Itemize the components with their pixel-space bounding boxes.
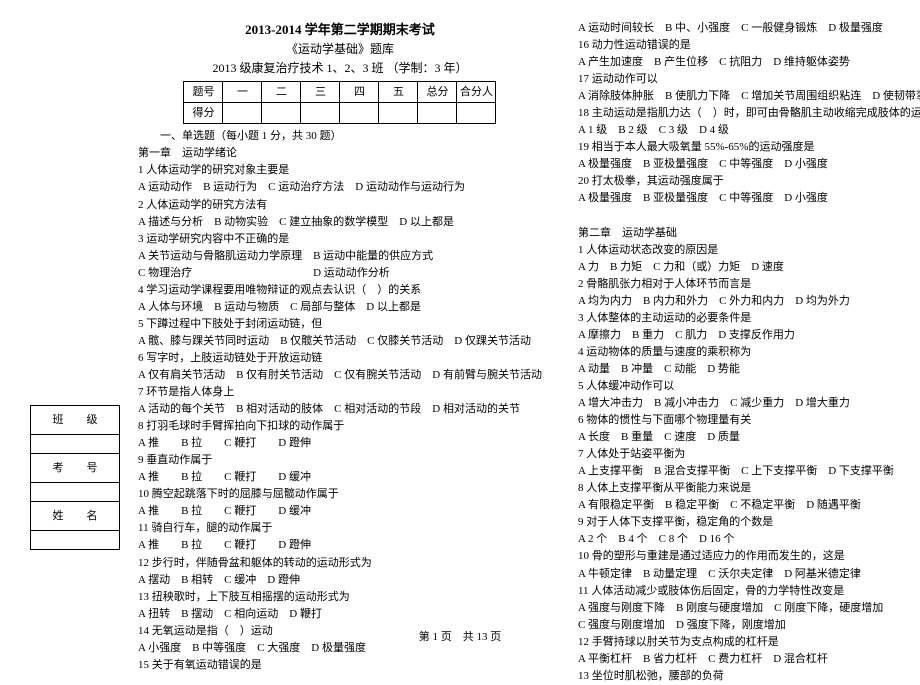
- exam-title-line2: 《运动学基础》题库: [138, 40, 542, 59]
- right-line: 3 人体整体的主动运动的必要条件是: [578, 310, 920, 327]
- right-line: A 平衡杠杆 B 省力杠杆 C 费力杠杆 D 混合杠杆: [578, 651, 920, 668]
- right-line: A 摩擦力 B 重力 C 肌力 D 支撑反作用力: [578, 327, 920, 344]
- right-line: 6 物体的惯性与下面哪个物理量有关: [578, 412, 920, 429]
- left-line: 2 人体运动学的研究方法有: [138, 197, 542, 214]
- right-line: A 上支撑平衡 B 混合支撑平衡 C 上下支撑平衡 D 下支撑平衡: [578, 463, 920, 480]
- right-line: 16 动力性运动错误的是: [578, 37, 920, 54]
- gutter-examno-label: 考 号: [31, 454, 119, 483]
- score-row2-label: 得分: [184, 103, 223, 124]
- gutter-name-label: 姓 名: [31, 502, 119, 531]
- right-line: 10 骨的塑形与重建是通过适应力的作用而发生的，这是: [578, 548, 920, 565]
- left-line: A 活动的每个关节 B 相对活动的肢体 C 相对活动的节段 D 相对活动的关节: [138, 401, 542, 418]
- right-line: A 运动时间较长 B 中、小强度 C 一般健身锻炼 D 极量强度: [578, 20, 920, 37]
- gutter-examno-blank: [31, 483, 119, 502]
- right-line: 5 人体缓冲动作可以: [578, 378, 920, 395]
- right-line: 4 运动物体的质量与速度的乘积称为: [578, 344, 920, 361]
- left-line: A 推 B 拉 C 鞭打 D 蹬伸: [138, 537, 542, 554]
- right-line: A 牛顿定律 B 动量定理 C 沃尔夫定律 D 阿基米德定律: [578, 566, 920, 583]
- left-line: 6 写字时，上肢运动链处于开放运动链: [138, 350, 542, 367]
- right-line: 9 对于人体下支撑平衡，稳定角的个数是: [578, 514, 920, 531]
- left-line: 13 扭秧歌时，上下肢互相摇摆的运动形式为: [138, 589, 542, 606]
- right-line: A 2 个 B 4 个 C 8 个 D 16 个: [578, 531, 920, 548]
- left-line: 1 人体运动学的研究对象主要是: [138, 162, 542, 179]
- left-line: 4 学习运动学课程要用唯物辩证的观点去认识（ ）的关系: [138, 282, 542, 299]
- left-line: 15 关于有氧运动错误的是: [138, 657, 542, 674]
- left-line: 12 步行时，伴随骨盆和躯体的转动的运动形式为: [138, 555, 542, 572]
- left-line: A 仅有肩关节活动 B 仅有肘关节活动 C 仅有腕关节活动 D 有前臂与腕关节活…: [138, 367, 542, 384]
- left-line: A 髋、膝与踝关节同时运动 B 仅髋关节活动 C 仅膝关节活动 D 仅踝关节活动: [138, 333, 542, 350]
- left-line: A 扭转 B 摆动 C 相向运动 D 鞭打: [138, 606, 542, 623]
- right-line: A 均为内力 B 内力和外力 C 外力和内力 D 均为外力: [578, 293, 920, 310]
- left-line: A 推 B 拉 C 鞭打 D 缓冲: [138, 503, 542, 520]
- score-col-3: 三: [301, 82, 340, 103]
- left-line: C 物理治疗 D 运动动作分析: [138, 265, 542, 282]
- right-line: A 增大冲击力 B 减小冲击力 C 减少重力 D 增大重力: [578, 395, 920, 412]
- right-line: A 强度与刚度下降 B 刚度与硬度增加 C 刚度下降，硬度增加: [578, 600, 920, 617]
- score-col-1: 一: [223, 82, 262, 103]
- score-table: 题号 一 二 三 四 五 总分 合分人 得分: [183, 81, 496, 124]
- left-line: 9 垂直动作属于: [138, 452, 542, 469]
- left-line: 8 打羽毛球时手臂挥拍向下扣球的动作属于: [138, 418, 542, 435]
- right-line: A 极量强度 B 亚极量强度 C 中等强度 D 小强度: [578, 190, 920, 207]
- gutter-class-label: 班 级: [31, 406, 119, 435]
- left-line: A 摆动 B 相转 C 缓冲 D 蹬伸: [138, 572, 542, 589]
- left-line: A 运动动作 B 运动行为 C 运动治疗方法 D 运动动作与运动行为: [138, 179, 542, 196]
- gutter-name-blank: [31, 531, 119, 550]
- left-line: A 推 B 拉 C 鞭打 D 蹬伸: [138, 435, 542, 452]
- left-line: A 关节运动与骨骼肌运动力学原理 B 运动中能量的供应方式: [138, 248, 542, 265]
- score-col-5: 五: [379, 82, 418, 103]
- right-line: 18 主动运动是指肌力达（ ）时，即可由骨骼肌主动收缩完成肢体的运动: [578, 105, 920, 122]
- left-line: A 描述与分析 B 动物实验 C 建立抽象的数学模型 D 以上都是: [138, 214, 542, 231]
- left-line: 10 腾空起跳落下时的屈膝与屈髋动作属于: [138, 486, 542, 503]
- page-footer: 第 1 页 共 13 页: [0, 628, 920, 644]
- left-line: A 推 B 拉 C 鞭打 D 缓冲: [138, 469, 542, 486]
- right-line: A 产生加速度 B 产生位移 C 抗阻力 D 维持躯体姿势: [578, 54, 920, 71]
- right-line: A 消除肢体肿胀 B 使肌力下降 C 增加关节周围组织粘连 D 使韧带挛缩: [578, 88, 920, 105]
- right-line: 20 打太极拳，其运动强度属于: [578, 173, 920, 190]
- left-line: A 人体与环境 B 运动与物质 C 局部与整体 D 以上都是: [138, 299, 542, 316]
- right-line: 第二章 运动学基础: [578, 225, 920, 242]
- right-line: 8 人体上支撑平衡从平衡能力来说是: [578, 480, 920, 497]
- exam-title-line3: 2013 级康复治疗技术 1、2、3 班 （学制：3 年）: [138, 59, 542, 78]
- right-line: 11 人体活动减少或肢体伤后固定，骨的力学特性改变是: [578, 583, 920, 600]
- left-line: 7 环节是指人体身上: [138, 384, 542, 401]
- right-line: 1 人体运动状态改变的原因是: [578, 242, 920, 259]
- chapter1-title: 第一章 运动学绪论: [138, 145, 542, 162]
- left-line: 3 运动学研究内容中不正确的是: [138, 231, 542, 248]
- right-line: A 长度 B 重量 C 速度 D 质量: [578, 429, 920, 446]
- section1-title: 一、单选题（每小题 1 分，共 30 题）: [138, 128, 542, 145]
- right-line: 19 相当于本人最大吸氧量 55%-65%的运动强度是: [578, 139, 920, 156]
- exam-title-line1: 2013-2014 学年第二学期期末考试: [138, 20, 542, 40]
- left-line: 5 下蹲过程中下肢处于封闭运动链，但: [138, 316, 542, 333]
- score-col-4: 四: [340, 82, 379, 103]
- score-row1-label: 题号: [184, 82, 223, 103]
- right-line: A 有限稳定平衡 B 稳定平衡 C 不稳定平衡 D 随遇平衡: [578, 497, 920, 514]
- right-line: A 极量强度 B 亚极量强度 C 中等强度 D 小强度: [578, 156, 920, 173]
- score-col-total: 总分: [418, 82, 457, 103]
- right-line: [578, 208, 920, 225]
- score-col-2: 二: [262, 82, 301, 103]
- score-col-grader: 合分人: [457, 82, 496, 103]
- right-line: A 力 B 力矩 C 力和（或）力矩 D 速度: [578, 259, 920, 276]
- right-line: 17 运动动作可以: [578, 71, 920, 88]
- right-line: 13 坐位时肌松弛，腰部的负荷: [578, 668, 920, 685]
- right-line: 2 骨骼肌张力相对于人体环节而言是: [578, 276, 920, 293]
- right-line: A 动量 B 冲量 C 动能 D 势能: [578, 361, 920, 378]
- right-line: A 1 级 B 2 级 C 3 级 D 4 级: [578, 122, 920, 139]
- left-line: 11 骑自行车，腿的动作属于: [138, 520, 542, 537]
- gutter-class-blank: [31, 435, 119, 454]
- right-line: 7 人体处于站姿平衡为: [578, 446, 920, 463]
